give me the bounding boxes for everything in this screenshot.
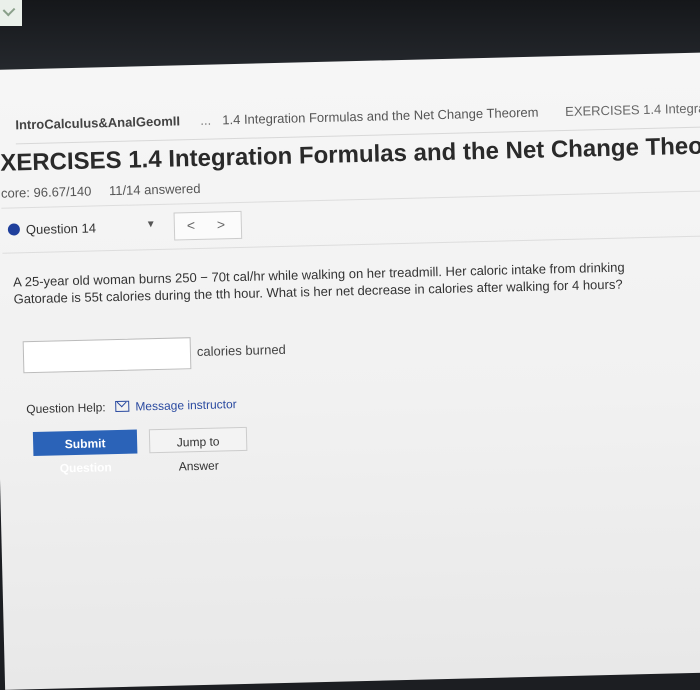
answer-unit-label: calories burned — [196, 341, 286, 360]
score-value: core: 96.67/140 — [0, 183, 92, 201]
check-icon — [0, 0, 22, 26]
submit-question-button[interactable]: Submit Question — [32, 429, 138, 475]
browser-screen: IntroCalculus&AnalGeomII ... 1.4 Integra… — [0, 52, 700, 690]
score-line: core: 96.67/140 11/14 answered — [1, 181, 201, 201]
question-text: A 25-year old woman burns 250 − 70t cal/… — [13, 259, 625, 307]
breadcrumb-section[interactable]: 1.4 Integration Formulas and the Net Cha… — [222, 105, 539, 128]
next-question-button[interactable]: > — [217, 216, 226, 232]
question-select-label: Question 14 — [25, 220, 97, 238]
jump-to-answer-button[interactable]: Jump to Answer — [148, 426, 248, 474]
question-help: Question Help: Message instructor — [26, 397, 237, 416]
answered-count: 11/14 answered — [108, 180, 201, 199]
breadcrumb-assignment: EXERCISES 1.4 Integrat — [565, 100, 700, 119]
chevron-down-icon: ▼ — [145, 218, 156, 231]
answer-input[interactable] — [22, 337, 192, 374]
question-help-label: Question Help: — [26, 400, 106, 417]
breadcrumb-course[interactable]: IntroCalculus&AnalGeomII — [15, 113, 180, 132]
question-pager: < > — [173, 210, 243, 241]
breadcrumb-ellipsis[interactable]: ... — [200, 113, 211, 128]
status-dot-icon — [7, 223, 21, 236]
envelope-icon[interactable] — [114, 400, 130, 413]
question-select[interactable]: Question 14 ▼ — [2, 213, 163, 243]
question-nav-bar: Question 14 ▼ < > — [1, 190, 700, 254]
message-instructor-link[interactable]: Message instructor — [135, 397, 237, 413]
prev-question-button[interactable]: < — [187, 217, 196, 233]
